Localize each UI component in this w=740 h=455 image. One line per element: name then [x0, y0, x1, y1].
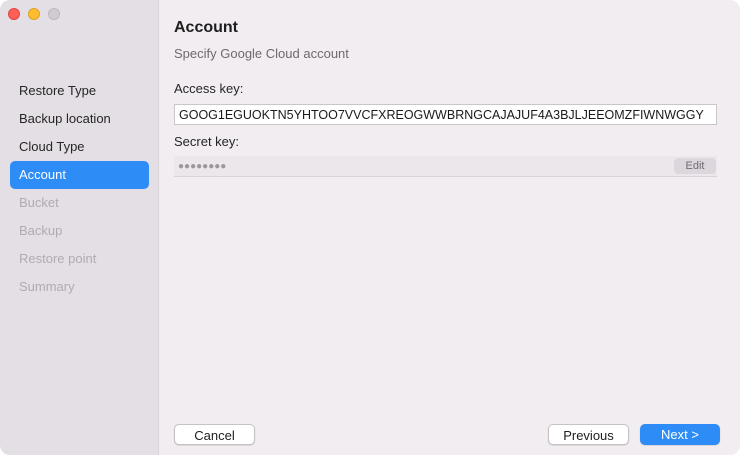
- access-key-label: Access key:: [174, 81, 244, 96]
- sidebar-item-account[interactable]: Account: [10, 161, 149, 189]
- secret-key-label: Secret key:: [174, 134, 240, 149]
- sidebar-item-backup-location[interactable]: Backup location: [10, 105, 149, 133]
- sidebar-item-cloud-type[interactable]: Cloud Type: [10, 133, 149, 161]
- page-subtitle: Specify Google Cloud account: [174, 46, 349, 61]
- edit-secret-key-button[interactable]: Edit: [674, 158, 716, 174]
- restore-wizard-window: Restore Type Backup location Cloud Type …: [0, 0, 740, 455]
- sidebar-item-restore-point: Restore point: [19, 251, 97, 266]
- sidebar: Restore Type Backup location Cloud Type …: [0, 0, 159, 455]
- secret-key-field: ●●●●●●●● Edit: [174, 156, 717, 177]
- sidebar-item-bucket: Bucket: [19, 195, 59, 210]
- page-title: Account: [174, 19, 238, 36]
- previous-button[interactable]: Previous: [548, 424, 629, 445]
- sidebar-item-summary: Summary: [19, 279, 75, 294]
- main-panel: Account Specify Google Cloud account Acc…: [159, 0, 740, 455]
- window-controls: [8, 8, 60, 20]
- close-window-button[interactable]: [8, 8, 20, 20]
- minimize-window-button[interactable]: [28, 8, 40, 20]
- access-key-input[interactable]: [174, 104, 717, 125]
- secret-key-masked-value: ●●●●●●●●: [178, 161, 227, 172]
- next-button[interactable]: Next >: [640, 424, 720, 445]
- sidebar-item-backup: Backup: [19, 223, 63, 238]
- cancel-button[interactable]: Cancel: [174, 424, 255, 445]
- zoom-window-button[interactable]: [48, 8, 60, 20]
- sidebar-item-restore-type[interactable]: Restore Type: [10, 77, 149, 105]
- wizard-steps-list: Restore Type Backup location Cloud Type …: [10, 77, 149, 301]
